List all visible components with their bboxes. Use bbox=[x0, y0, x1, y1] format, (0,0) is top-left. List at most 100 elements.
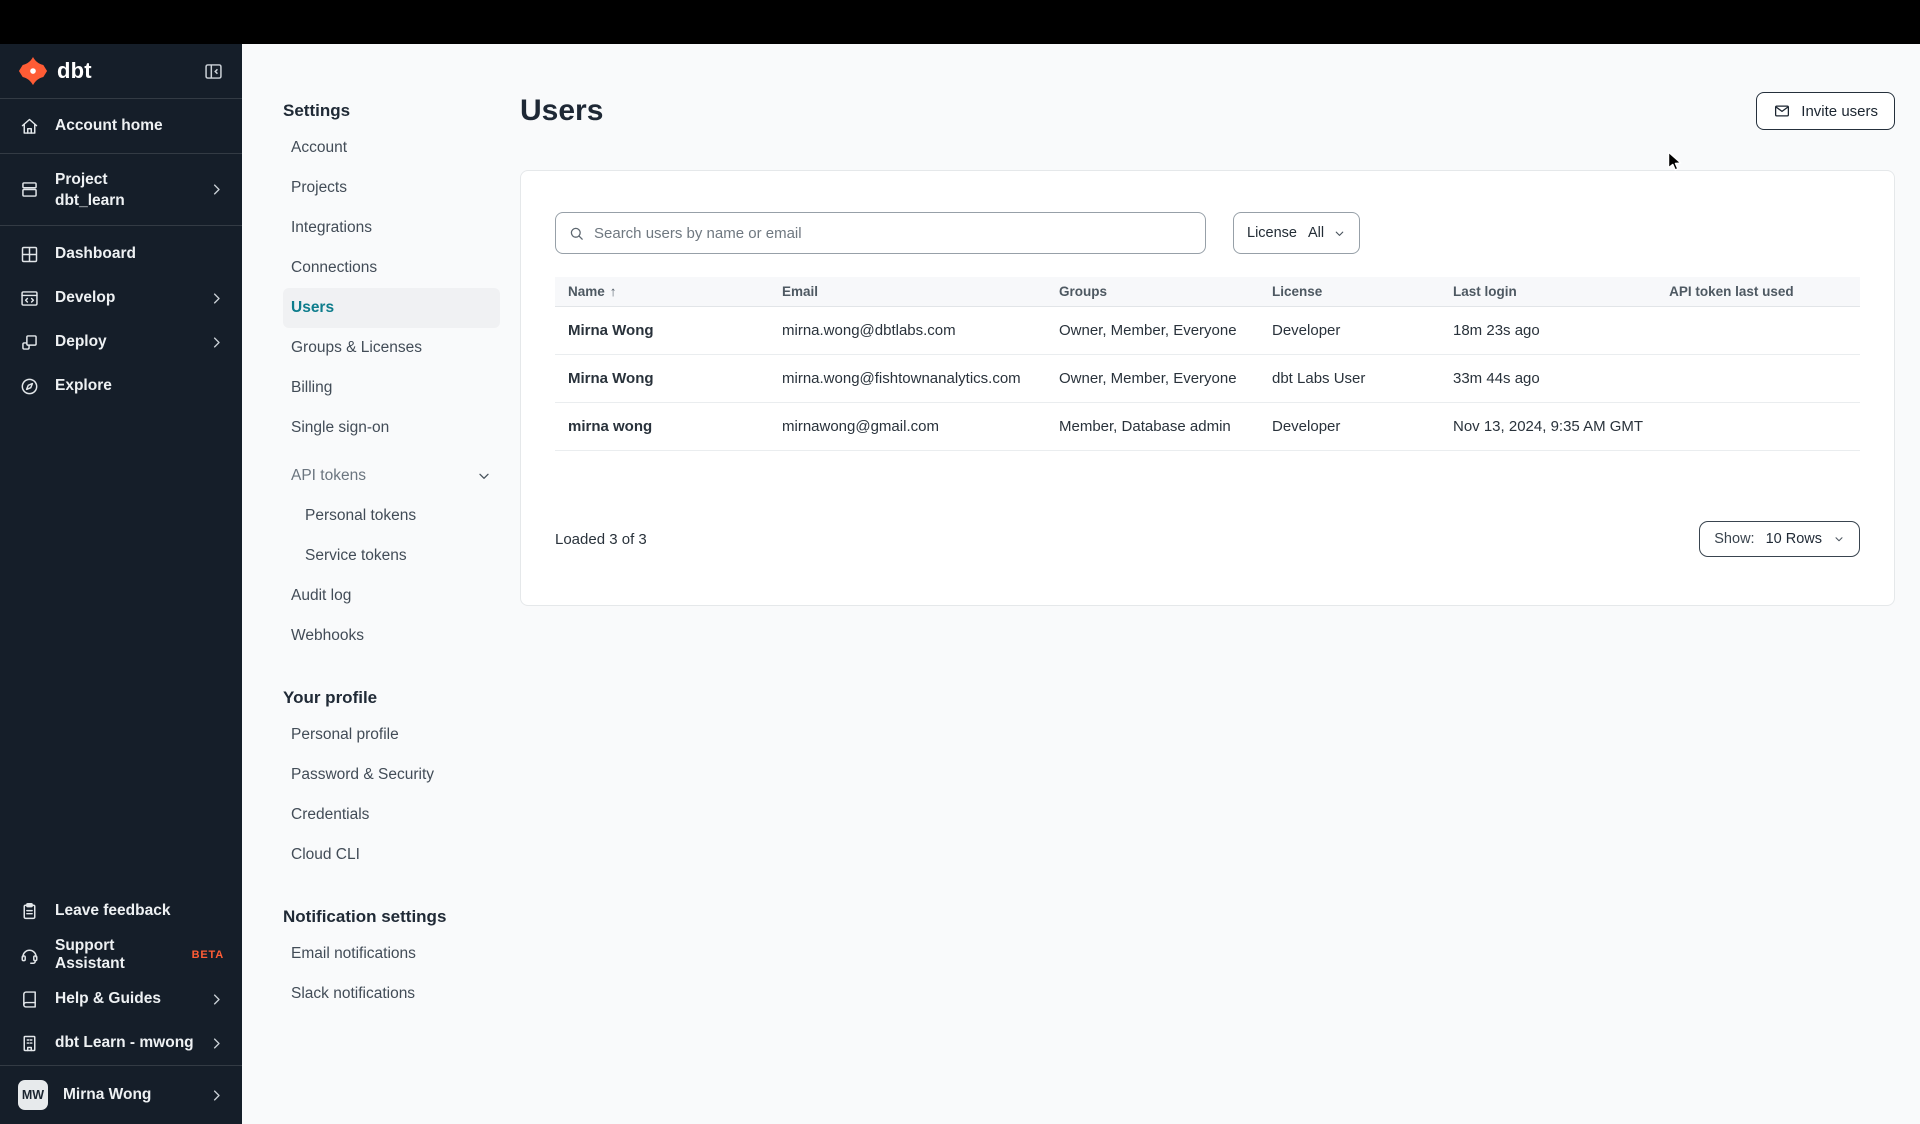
column-header-api-token[interactable]: API token last used bbox=[1656, 277, 1860, 307]
column-header-email[interactable]: Email bbox=[769, 277, 1046, 307]
sidebar-item-dashboard[interactable]: Dashboard bbox=[0, 232, 242, 276]
sidebar-item-label: dbt Learn - mwong bbox=[55, 1034, 194, 1051]
chevron-right-icon bbox=[209, 1036, 224, 1051]
settings-nav-item-account[interactable]: Account bbox=[283, 128, 500, 168]
sidebar-item-org-switcher[interactable]: dbt Learn - mwong bbox=[0, 1021, 242, 1065]
chevron-down-icon bbox=[1833, 533, 1845, 545]
book-icon bbox=[18, 988, 40, 1010]
project-label: Project bbox=[55, 170, 108, 188]
settings-nav-item-audit-log[interactable]: Audit log bbox=[283, 576, 500, 616]
sidebar-item-label: Help & Guides bbox=[55, 990, 161, 1007]
license-filter-label: License bbox=[1247, 225, 1297, 241]
settings-nav-item-users[interactable]: Users bbox=[283, 288, 500, 328]
headset-icon bbox=[18, 944, 40, 966]
sidebar-item-user-menu[interactable]: MW Mirna Wong bbox=[0, 1066, 242, 1124]
sidebar-item-leave-feedback[interactable]: Leave feedback bbox=[0, 889, 242, 933]
cell-name: mirna wong bbox=[555, 402, 769, 451]
table-row[interactable]: Mirna Wong mirna.wong@fishtownanalytics.… bbox=[555, 354, 1860, 403]
settings-nav-item-cloud-cli[interactable]: Cloud CLI bbox=[283, 835, 500, 875]
cell-license: Developer bbox=[1259, 306, 1440, 355]
sidebar-item-label: Dashboard bbox=[55, 245, 136, 262]
invite-users-button[interactable]: Invite users bbox=[1756, 92, 1895, 130]
top-bar bbox=[0, 0, 1920, 44]
chevron-right-icon bbox=[209, 992, 224, 1007]
table-row[interactable]: mirna wong mirnawong@gmail.com Member, D… bbox=[555, 402, 1860, 451]
settings-nav-title: Settings bbox=[283, 101, 351, 120]
settings-nav-item-connections[interactable]: Connections bbox=[283, 248, 500, 288]
deploy-squares-icon bbox=[18, 331, 40, 353]
sidebar-item-project[interactable]: Project dbt_learn bbox=[0, 154, 242, 225]
chevron-right-icon bbox=[209, 1088, 224, 1103]
sidebar-item-develop[interactable]: Develop bbox=[0, 276, 242, 320]
users-table: Name ↑ Email Groups License Last login AP… bbox=[555, 277, 1860, 451]
column-header-name[interactable]: Name ↑ bbox=[555, 277, 769, 307]
license-filter-value: All bbox=[1307, 225, 1325, 241]
project-name: dbt_learn bbox=[55, 191, 125, 209]
cell-groups: Owner, Member, Everyone bbox=[1046, 306, 1259, 355]
cell-api-token bbox=[1656, 306, 1860, 355]
compass-icon bbox=[18, 375, 40, 397]
settings-nav-item-groups-licenses[interactable]: Groups & Licenses bbox=[283, 328, 500, 368]
rows-per-page-dropdown[interactable]: Show: 10 Rows bbox=[1699, 521, 1860, 557]
table-row[interactable]: Mirna Wong mirna.wong@dbtlabs.com Owner,… bbox=[555, 306, 1860, 355]
dbt-logo[interactable]: dbt bbox=[18, 56, 92, 86]
sort-ascending-icon: ↑ bbox=[609, 284, 617, 299]
sidebar-item-account-home[interactable]: Account home bbox=[0, 99, 242, 153]
code-window-icon bbox=[18, 287, 40, 309]
sidebar-item-label: Support Assistant bbox=[55, 937, 125, 972]
sidebar-item-label: Develop bbox=[55, 289, 116, 306]
settings-nav-item-integrations[interactable]: Integrations bbox=[283, 208, 500, 248]
loaded-count-label: Loaded 3 of 3 bbox=[555, 530, 647, 548]
cell-last-login: 18m 23s ago bbox=[1440, 306, 1657, 355]
dashboard-grid-icon bbox=[18, 243, 40, 265]
users-card: License All Name↑ Email Groups Li bbox=[520, 170, 1895, 606]
chevron-down-icon bbox=[476, 468, 492, 484]
settings-nav-item-personal-profile[interactable]: Personal profile bbox=[283, 715, 500, 755]
collapse-sidebar-icon[interactable] bbox=[203, 61, 224, 82]
settings-nav-item-password-security[interactable]: Password & Security bbox=[283, 755, 500, 795]
cell-email: mirna.wong@fishtownanalytics.com bbox=[769, 354, 1046, 403]
sidebar-item-explore[interactable]: Explore bbox=[0, 364, 242, 408]
table-header-row: Name ↑ Email Groups License Last login AP… bbox=[555, 277, 1860, 307]
settings-nav-item-personal-tokens[interactable]: Personal tokens bbox=[283, 496, 500, 536]
sidebar-item-label: Account home bbox=[55, 117, 163, 134]
column-header-groups[interactable]: Groups bbox=[1046, 277, 1259, 307]
main-content: Users Invite users License All bbox=[510, 44, 1920, 1124]
cell-license: dbt Labs User bbox=[1259, 354, 1440, 403]
show-label: Show: bbox=[1714, 531, 1755, 547]
license-filter-dropdown[interactable]: License All bbox=[1233, 212, 1361, 254]
sidebar-item-support-assistant[interactable]: Support Assistant BETA bbox=[0, 933, 242, 977]
column-header-last-login[interactable]: Last login bbox=[1440, 277, 1657, 307]
settings-nav-item-single-sign-on[interactable]: Single sign-on bbox=[283, 408, 500, 448]
home-icon bbox=[18, 115, 40, 137]
cell-last-login: Nov 13, 2024, 9:35 AM GMT bbox=[1440, 402, 1657, 451]
settings-nav-item-service-tokens[interactable]: Service tokens bbox=[283, 536, 500, 576]
sidebar-item-label: Leave feedback bbox=[55, 902, 171, 919]
search-users-input-wrap bbox=[555, 212, 1206, 254]
beta-badge: BETA bbox=[191, 949, 224, 961]
api-tokens-label: API tokens bbox=[291, 467, 366, 484]
settings-nav: Settings Account Projects Integrations C… bbox=[242, 44, 510, 1124]
settings-nav-item-api-tokens[interactable]: API tokens bbox=[283, 456, 500, 496]
settings-nav-item-slack-notifications[interactable]: Slack notifications bbox=[283, 974, 500, 1014]
cell-groups: Owner, Member, Everyone bbox=[1046, 354, 1259, 403]
column-header-license[interactable]: License bbox=[1259, 277, 1440, 307]
cell-name: Mirna Wong bbox=[555, 306, 769, 355]
settings-nav-item-webhooks[interactable]: Webhooks bbox=[283, 616, 500, 656]
building-icon bbox=[18, 1032, 40, 1054]
settings-nav-item-credentials[interactable]: Credentials bbox=[283, 795, 500, 835]
settings-nav-item-email-notifications[interactable]: Email notifications bbox=[283, 934, 500, 974]
brand-name: dbt bbox=[57, 58, 92, 83]
search-users-input[interactable] bbox=[594, 224, 1193, 242]
avatar: MW bbox=[18, 1080, 48, 1110]
sidebar-item-deploy[interactable]: Deploy bbox=[0, 320, 242, 364]
settings-nav-item-billing[interactable]: Billing bbox=[283, 368, 500, 408]
chevron-right-icon bbox=[209, 335, 224, 350]
notifications-section-title: Notification settings bbox=[283, 907, 447, 926]
cell-groups: Member, Database admin bbox=[1046, 402, 1259, 451]
sidebar-item-label: Explore bbox=[55, 377, 112, 394]
cell-email: mirnawong@gmail.com bbox=[769, 402, 1046, 451]
profile-section-title: Your profile bbox=[283, 688, 378, 707]
sidebar-item-help-guides[interactable]: Help & Guides bbox=[0, 977, 242, 1021]
settings-nav-item-projects[interactable]: Projects bbox=[283, 168, 500, 208]
